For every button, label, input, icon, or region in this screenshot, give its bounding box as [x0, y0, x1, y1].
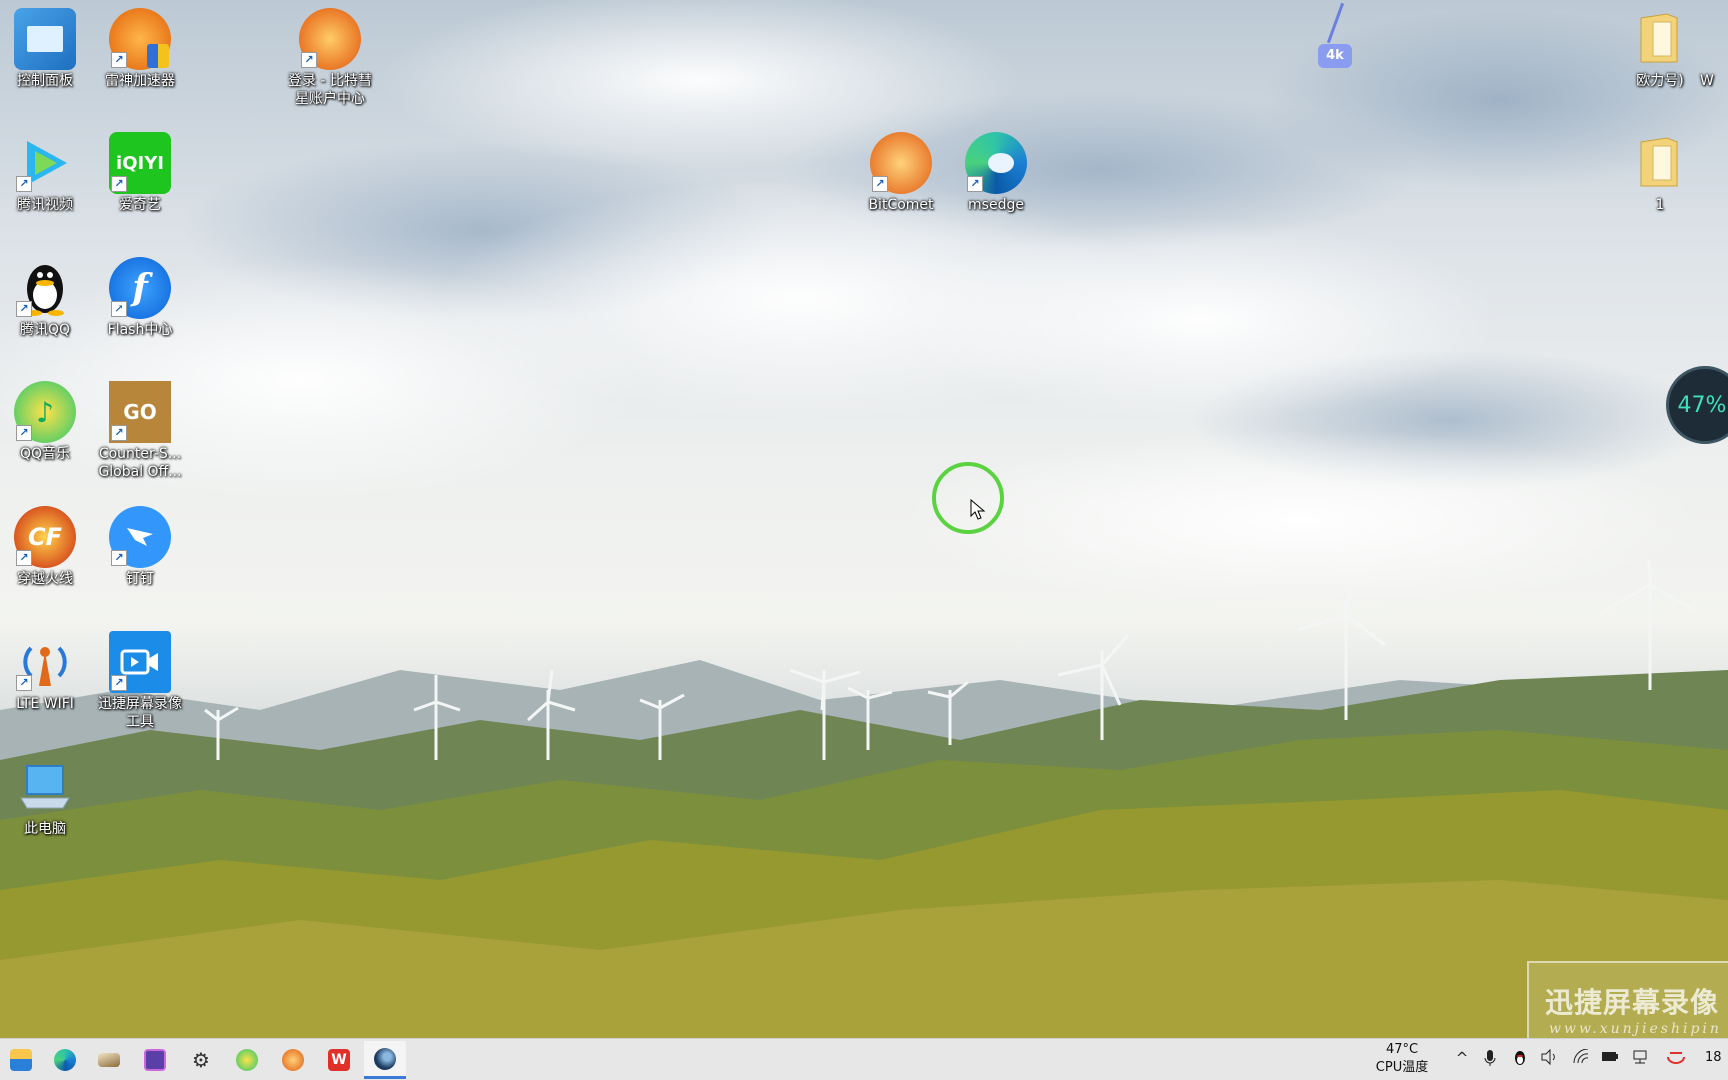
- desktop-icon-bitcomet-login[interactable]: ↗ 登录 - 比特彗星账户中心: [287, 8, 373, 108]
- csgo-icon: GO ↗: [109, 381, 171, 443]
- edge-icon: [54, 1049, 76, 1071]
- desktop-icon-folder-2[interactable]: 1: [1617, 132, 1703, 214]
- icon-label: BitComet: [868, 197, 934, 213]
- bitcomet-icon: [282, 1049, 304, 1071]
- volume-icon[interactable]: [1540, 1048, 1558, 1067]
- taskbar-qq-music[interactable]: [226, 1041, 268, 1079]
- gauge-value: 47%: [1677, 392, 1727, 418]
- taskbar: ⚙ W 47°C CPU温度 ^ 18: [0, 1038, 1728, 1080]
- desktop-icon-leishen-accelerator[interactable]: ↗ 雷神加速器: [97, 8, 183, 90]
- settings-icon: ⚙: [192, 1048, 210, 1072]
- bitcomet-login-icon: ↗: [299, 8, 361, 70]
- flash-center-icon: f ↗: [109, 257, 171, 319]
- qq-tray-icon[interactable]: [1511, 1049, 1529, 1067]
- icon-label: 控制面板: [17, 73, 73, 89]
- desktop-icon-lte-wifi[interactable]: ↗ LTE WIFI: [2, 631, 88, 713]
- cursor-highlight-ring: [932, 462, 1004, 534]
- icon-label: LTE WIFI: [16, 696, 74, 712]
- this-pc-icon: [14, 756, 76, 818]
- icon-label: Counter-S... Global Off...: [98, 446, 182, 480]
- desktop-icon-msedge[interactable]: ↗ msedge: [953, 132, 1039, 214]
- taskbar-bitcomet[interactable]: [272, 1041, 314, 1079]
- icon-label: 欧力号): [1636, 73, 1684, 89]
- 4k-badge: 4k: [1318, 44, 1352, 68]
- notes-icon: [98, 1053, 120, 1067]
- icon-label: 此电脑: [24, 821, 66, 837]
- qq-music-icon: [236, 1049, 258, 1071]
- icon-label: 爱奇艺: [119, 197, 161, 213]
- icon-label: 穿越火线: [17, 571, 73, 587]
- icon-label: 钉钉: [126, 571, 154, 587]
- desktop-icon-qq[interactable]: ↗ 腾讯QQ: [2, 257, 88, 339]
- desktop-icon-tencent-video[interactable]: ↗ 腾讯视频: [2, 132, 88, 214]
- temperature-label: CPU温度: [1375, 1060, 1429, 1075]
- desktop-icon-bitcomet[interactable]: ↗ BitComet: [858, 132, 944, 214]
- steam-icon: [374, 1047, 396, 1070]
- lte-wifi-icon: ↗: [14, 631, 76, 693]
- icon-label: msedge: [968, 197, 1024, 213]
- microphone-icon[interactable]: [1481, 1049, 1499, 1067]
- qq-icon: ↗: [14, 257, 76, 319]
- taskbar-video-player[interactable]: [134, 1041, 176, 1079]
- desktop-icon-qq-music[interactable]: ♪ ↗ QQ音乐: [2, 381, 88, 463]
- icon-label: 1: [1655, 197, 1665, 213]
- battery-icon[interactable]: [1601, 1049, 1619, 1067]
- screen-recorder-icon: ↗: [109, 631, 171, 693]
- desktop-icon-crossfire[interactable]: CF ↗ 穿越火线: [2, 506, 88, 588]
- mouse-cursor-icon: [970, 499, 986, 520]
- desktop-icon-iqiyi[interactable]: iQIYI ↗ 爱奇艺: [97, 132, 183, 214]
- taskbar-settings[interactable]: ⚙: [180, 1041, 222, 1079]
- icon-label: 雷神加速器: [105, 73, 175, 89]
- wind-turbines: [204, 560, 1696, 760]
- taskbar-file-explorer[interactable]: [0, 1041, 42, 1079]
- 4k-widget[interactable]: 4k: [1318, 2, 1352, 68]
- file-explorer-icon: [10, 1049, 32, 1071]
- icon-label: Flash中心: [107, 322, 173, 338]
- iqiyi-icon: iQIYI ↗: [109, 132, 171, 194]
- clock-partial[interactable]: 18: [1705, 1050, 1722, 1065]
- desktop-icon-partial[interactable]: W: [1700, 8, 1728, 90]
- tencent-video-icon: ↗: [14, 132, 76, 194]
- temperature-value: 47°C: [1385, 1042, 1419, 1057]
- dingtalk-icon: ↗: [109, 506, 171, 568]
- taskbar-steam[interactable]: [364, 1041, 406, 1079]
- partial-icon: [1706, 8, 1728, 70]
- wifi-icon[interactable]: [1572, 1048, 1590, 1067]
- leishen-accelerator-icon: ↗: [109, 8, 171, 70]
- qq-music-icon: ♪ ↗: [14, 381, 76, 443]
- wps-icon: W: [328, 1049, 350, 1071]
- edge-icon: ↗: [965, 132, 1027, 194]
- icon-label: W: [1700, 73, 1714, 89]
- taskbar-wps[interactable]: W: [318, 1041, 360, 1079]
- icon-label: 登录 - 比特彗星账户中心: [288, 73, 372, 107]
- video-player-icon: [144, 1049, 166, 1071]
- desktop-icon-screen-recorder[interactable]: ↗ 迅捷屏幕录像工具: [97, 631, 183, 731]
- desktop-icon-control-panel[interactable]: 控制面板: [2, 8, 88, 90]
- bitcomet-icon: ↗: [870, 132, 932, 194]
- watermark-url: www.xunjieshipin: [1549, 1021, 1722, 1037]
- desktop-icon-folder-1[interactable]: 欧力号): [1617, 8, 1703, 90]
- folder-icon: [1629, 132, 1691, 194]
- icon-label: 腾讯QQ: [19, 322, 71, 338]
- network-icon[interactable]: [1631, 1049, 1649, 1067]
- crossfire-icon: CF ↗: [14, 506, 76, 568]
- recorder-watermark: 迅捷屏幕录像 www.xunjieshipin: [1527, 961, 1728, 1038]
- folder-icon: [1629, 8, 1691, 70]
- desktop-icon-this-pc[interactable]: 此电脑: [2, 756, 88, 838]
- taskbar-notes[interactable]: [88, 1041, 130, 1079]
- taskbar-edge[interactable]: [44, 1041, 86, 1079]
- icon-label: 迅捷屏幕录像工具: [98, 696, 182, 730]
- desktop-icon-flash-center[interactable]: f ↗ Flash中心: [97, 257, 183, 339]
- chevron-up-icon[interactable]: ^: [1453, 1049, 1471, 1067]
- ime-icon[interactable]: [1666, 1049, 1685, 1067]
- cpu-temperature[interactable]: 47°C CPU温度: [1366, 1041, 1438, 1077]
- desktop-icon-csgo[interactable]: GO ↗ Counter-S... Global Off...: [97, 381, 183, 481]
- icon-label: QQ音乐: [19, 446, 71, 462]
- icon-label: 腾讯视频: [17, 197, 73, 213]
- desktop-icon-dingtalk[interactable]: ↗ 钉钉: [97, 506, 183, 588]
- watermark-text: 迅捷屏幕录像: [1545, 986, 1720, 1019]
- desktop[interactable]: 控制面板 ↗ 雷神加速器 ↗ 登录 - 比特彗星账户中心 ↗ 腾讯视频 iQIY…: [0, 0, 1728, 1038]
- control-panel-icon: [14, 8, 76, 70]
